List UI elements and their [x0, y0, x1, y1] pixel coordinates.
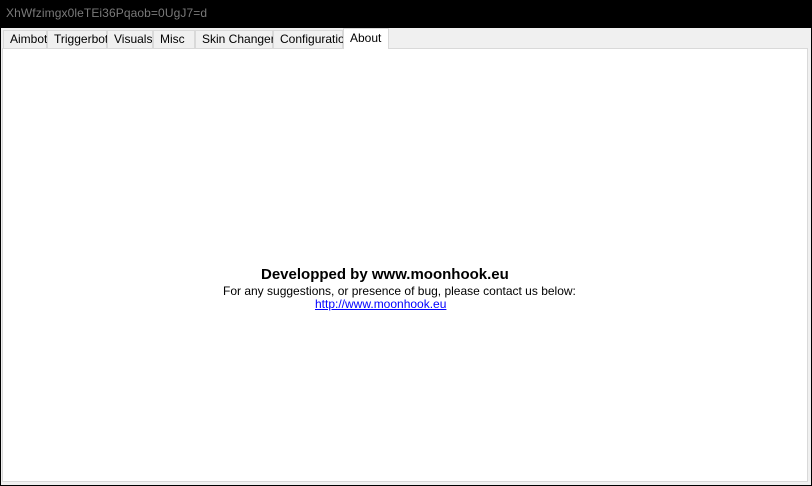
tab-about[interactable]: About [343, 28, 389, 49]
window-title: XhWfzimgx0leTEi36Pqaob=0UgJ7=d [6, 6, 208, 20]
website-link[interactable]: http://www.moonhook.eu [315, 297, 446, 311]
developer-heading: Developped by www.moonhook.eu [261, 266, 509, 283]
tab-misc[interactable]: Misc [153, 30, 195, 48]
app-window: XhWfzimgx0leTEi36Pqaob=0UgJ7=d Aimbot Tr… [0, 0, 812, 486]
tab-configuration[interactable]: Configuration [273, 30, 351, 48]
title-bar[interactable]: XhWfzimgx0leTEi36Pqaob=0UgJ7=d [0, 0, 812, 28]
client-area: Aimbot Triggerbot Visuals Misc Skin Chan… [1, 28, 811, 485]
tab-visuals[interactable]: Visuals [107, 30, 153, 48]
tab-triggerbot[interactable]: Triggerbot [47, 30, 108, 48]
tab-skin-changer[interactable]: Skin Changer [195, 30, 275, 48]
tab-aimbot[interactable]: Aimbot [3, 30, 47, 48]
contact-instructions: For any suggestions, or presence of bug,… [223, 284, 576, 298]
about-panel: Developped by www.moonhook.eu For any su… [2, 48, 808, 482]
